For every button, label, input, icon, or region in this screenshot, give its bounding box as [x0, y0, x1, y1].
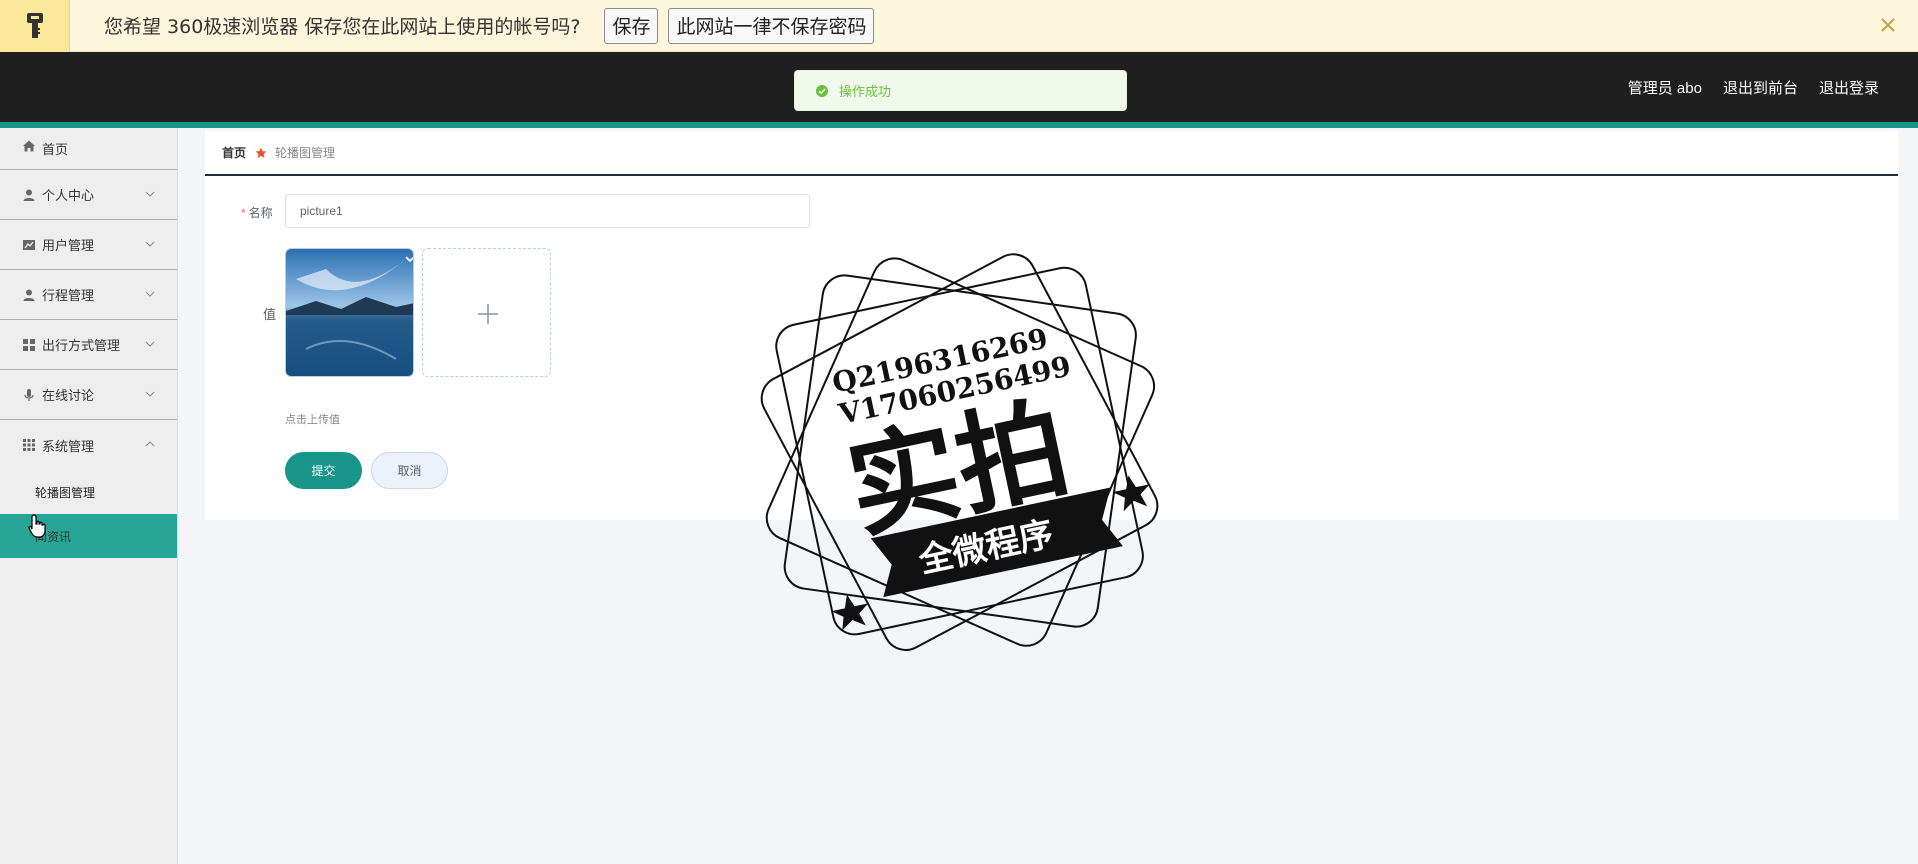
breadcrumb-current: 轮播图管理	[275, 146, 336, 160]
admin-user-link[interactable]: 管理员 abo	[1628, 77, 1702, 98]
sidebar-item-user-management[interactable]: 用户管理	[0, 220, 177, 270]
close-icon[interactable]	[1876, 13, 1900, 37]
sidebar: 首页 个人中心 用户管理 行程管理 出行方式管理 在线讨论 系统管理 轮播图管理…	[0, 128, 178, 864]
sidebar-item-online-discussion[interactable]: 在线讨论	[0, 370, 177, 420]
name-label: * 名称	[241, 204, 273, 221]
name-input[interactable]	[285, 194, 810, 228]
password-save-bar: 您希望 360极速浏览器 保存您在此网站上使用的帐号吗? 保存 此网站一律不保存…	[0, 0, 1918, 52]
user-icon	[23, 289, 35, 301]
value-label: 值	[263, 307, 277, 322]
user-icon	[23, 189, 35, 201]
sidebar-item-personal-center[interactable]: 个人中心	[0, 170, 177, 220]
chart-icon	[23, 239, 35, 250]
hand-cursor-icon	[28, 514, 48, 543]
chevron-down-icon	[145, 241, 155, 247]
uploaded-image-thumbnail[interactable]	[285, 248, 414, 377]
sidebar-item-system-management[interactable]: 系统管理	[0, 420, 177, 470]
never-save-password-button[interactable]: 此网站一律不保存密码	[668, 7, 875, 44]
cancel-button[interactable]: 取消	[371, 452, 448, 489]
breadcrumb: 首页 轮播图管理	[205, 131, 1898, 176]
sidebar-item-home[interactable]: 首页	[0, 128, 177, 170]
chevron-up-icon	[145, 441, 155, 447]
sidebar-item-trip-management[interactable]: 行程管理	[0, 270, 177, 320]
watermark-stamp: Q2196316269 V17060256499 实拍 全微程序	[750, 248, 1170, 658]
star-icon	[255, 147, 267, 158]
apps-icon	[23, 439, 35, 451]
plus-icon	[478, 304, 498, 324]
header-links: 管理员 abo 退出到前台 退出登录	[1628, 52, 1879, 122]
home-icon	[23, 140, 35, 152]
logout-link[interactable]: 退出登录	[1819, 77, 1879, 98]
image-upload-button[interactable]	[422, 248, 551, 377]
submit-button[interactable]: 提交	[285, 452, 362, 489]
toast-message: 操作成功	[839, 84, 892, 99]
sidebar-item-label: 在线讨论	[42, 388, 95, 403]
header-accent-line	[0, 122, 1918, 128]
sidebar-item-label: 行程管理	[42, 288, 95, 303]
back-to-frontend-link[interactable]: 退出到前台	[1723, 77, 1798, 98]
chevron-down-icon	[145, 341, 155, 347]
sidebar-item-transport-management[interactable]: 出行方式管理	[0, 320, 177, 370]
sidebar-subitem-carousel[interactable]: 轮播图管理	[0, 470, 177, 514]
save-password-button[interactable]: 保存	[604, 7, 659, 44]
sidebar-item-label: 用户管理	[42, 238, 95, 253]
required-marker: *	[241, 206, 246, 220]
success-icon	[816, 84, 828, 97]
breadcrumb-home[interactable]: 首页	[222, 144, 246, 161]
chevron-down-icon	[145, 291, 155, 297]
sidebar-item-label: 出行方式管理	[42, 338, 121, 353]
sidebar-subitem-news[interactable]: 闻资讯	[0, 514, 177, 558]
sidebar-item-label: 个人中心	[42, 188, 95, 203]
key-icon	[0, 0, 70, 52]
sidebar-item-label: 系统管理	[42, 438, 95, 454]
upload-tip: 点击上传值	[285, 414, 340, 426]
success-toast: 操作成功	[794, 70, 1127, 111]
grid-icon	[23, 338, 35, 351]
name-label-text: 名称	[248, 206, 273, 220]
chevron-down-icon	[145, 191, 155, 197]
chevron-down-icon	[145, 391, 155, 397]
sidebar-item-label: 首页	[42, 142, 69, 157]
mic-icon	[24, 388, 34, 401]
password-save-message: 您希望 360极速浏览器 保存您在此网站上使用的帐号吗?	[104, 16, 581, 38]
